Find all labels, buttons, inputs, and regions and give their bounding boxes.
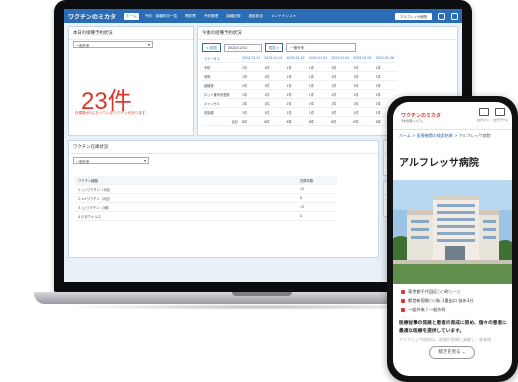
device-mockup: ワクチンのミカタ ホーム 予約・接種状況一覧 問診票 予約管理 接種記録 施設設… xyxy=(0,0,518,382)
logout-icon[interactable] xyxy=(495,108,505,116)
department-select[interactable]: 一般外来 xyxy=(73,41,153,48)
card-title: 今後の接種予約状況 xyxy=(198,27,457,40)
clinic-row: 一般外来 / 一般外科 xyxy=(401,307,446,313)
nav-questionnaire[interactable]: 問診票 xyxy=(183,13,198,20)
table-header: ステータス 2024.12.31 2025.01.01 2025.01.02 2… xyxy=(202,54,396,63)
table-header: ワクチン種類 在庫本数 xyxy=(75,176,337,185)
login-icon[interactable] xyxy=(479,108,489,116)
phone-screen: ワクチンのミカタ 予約管理システム ログイン ログアウト ホーム > 医療機関の… xyxy=(393,102,512,376)
nav-facility[interactable]: 施設設定 xyxy=(247,13,265,20)
stock-alert[interactable]: 在庫数が0になっているワクチンがあります。 xyxy=(75,111,149,116)
read-more-button[interactable]: 続きを見る ⌄ xyxy=(429,346,475,359)
access-row: 都営新宿線○○駅 1番出口 徒歩3分 xyxy=(401,298,474,304)
laptop-notch xyxy=(232,292,292,296)
breadcrumb-current: アルフレッサ病院 xyxy=(458,133,491,138)
breadcrumb-home[interactable]: ホーム xyxy=(399,133,411,138)
table-row: 4 ロタウイルス 0 xyxy=(75,211,337,221)
hospital-description-faded: アルフレッサ病院は、地域の医療に貢献し、患者様 xyxy=(399,337,491,342)
department-select[interactable]: 一般外来 xyxy=(286,43,357,52)
top-navbar: ワクチンのミカタ ホーム 予約・接種状況一覧 問診票 予約管理 接種記録 施設設… xyxy=(64,9,462,23)
table-row: 3 △△ワクチン（3回） 13 xyxy=(75,202,337,212)
logout-icon[interactable] xyxy=(451,12,458,20)
nav-reservations[interactable]: 予約管理 xyxy=(202,13,220,20)
hospital-description: 医療従事の発展と患者の育成に努め、個々の患者に最適な医療を提供しています。 xyxy=(399,321,507,334)
breadcrumb-search[interactable]: 医療機関の検索結果 xyxy=(417,133,453,138)
login-label[interactable]: ログイン xyxy=(477,118,489,122)
logout-label[interactable]: ログアウト xyxy=(493,118,508,122)
stock-table: ワクチン種類 在庫本数 1 ○○ワクチン（1回） 12 2 ××ワクチン（2回） 0 … xyxy=(75,176,337,221)
hospital-title: アルフレッサ病院 xyxy=(399,158,479,169)
card-title: 本日の接種予約状況 xyxy=(69,27,193,40)
today-reservations-card: 本日の接種予約状況 一般外来 23件 在庫数が0になっているワクチンがあります。 xyxy=(68,26,194,136)
table-row: 来院 1件 1件 1件 1件 1件 1件 1件 xyxy=(202,71,396,81)
table-row: 2 ××ワクチン（2回） 0 xyxy=(75,193,337,203)
main-nav: ホーム 予約・接種状況一覧 問診票 予約管理 接種記録 施設設定 メンテナンス … xyxy=(124,12,297,20)
date-navigator: < 前週 2024/12/31 翌週 > 一般外来 xyxy=(202,43,357,52)
table-row: 接種済 1件 1件 1件 1件 1件 1件 1件 xyxy=(202,80,396,90)
hospital-photo xyxy=(393,180,512,284)
schedule-table: ステータス 2024.12.31 2025.01.01 2025.01.02 2… xyxy=(202,54,396,126)
table-row: キャンセル 1件 1件 1件 1件 1件 1件 1件 xyxy=(202,98,396,108)
table-row: 予約 1件 1件 1件 1件 1件 1件 1件 xyxy=(202,62,396,72)
table-row: 1 ○○ワクチン（1回） 12 xyxy=(75,184,337,194)
nav-records[interactable]: 接種記録 xyxy=(224,13,242,20)
nav-status-list[interactable]: 予約・接種状況一覧 xyxy=(143,13,179,20)
phone-logo-sub: 予約管理システム xyxy=(401,119,424,123)
user-icon[interactable] xyxy=(438,12,445,20)
table-total-row: 合計 6件 6件 6件 6件 6件 6件 6件 xyxy=(202,116,396,126)
card-title: ワクチン在庫状況 xyxy=(69,141,378,154)
hospital-icon xyxy=(401,308,405,312)
location-icon xyxy=(401,290,405,294)
prev-week-button[interactable]: < 前週 xyxy=(202,43,221,52)
next-week-button[interactable]: 翌週 > xyxy=(264,43,284,52)
phone-header: ワクチンのミカタ 予約管理システム ログイン ログアウト xyxy=(393,102,512,130)
app-logo[interactable]: ワクチンのミカタ xyxy=(68,12,116,21)
department-select[interactable]: 一般外来 xyxy=(73,157,149,164)
table-row: ロット番号未登録 1件 1件 1件 1件 1件 1件 1件 xyxy=(202,89,396,99)
nav-maintenance[interactable]: メンテナンス ▾ xyxy=(269,13,297,20)
address-row: 東京都千代田区○○町○－○ xyxy=(401,289,460,295)
date-input[interactable]: 2024/12/31 xyxy=(223,43,262,52)
vaccine-stock-card: ワクチン在庫状況 一般外来 ワクチン種類在庫本数 1 ○○ワクチン（1回）12 … xyxy=(68,140,379,258)
train-icon xyxy=(401,299,405,303)
breadcrumb: ホーム > 医療機関の検索結果 > アルフレッサ病院 xyxy=(399,133,491,138)
table-row: 未接種 1件 1件 1件 1件 1件 1件 1件 xyxy=(202,107,396,117)
phone-logo[interactable]: ワクチンのミカタ xyxy=(401,112,441,119)
facility-button[interactable]: アルフレッサ病院 xyxy=(394,12,432,20)
nav-home[interactable]: ホーム xyxy=(124,12,139,20)
